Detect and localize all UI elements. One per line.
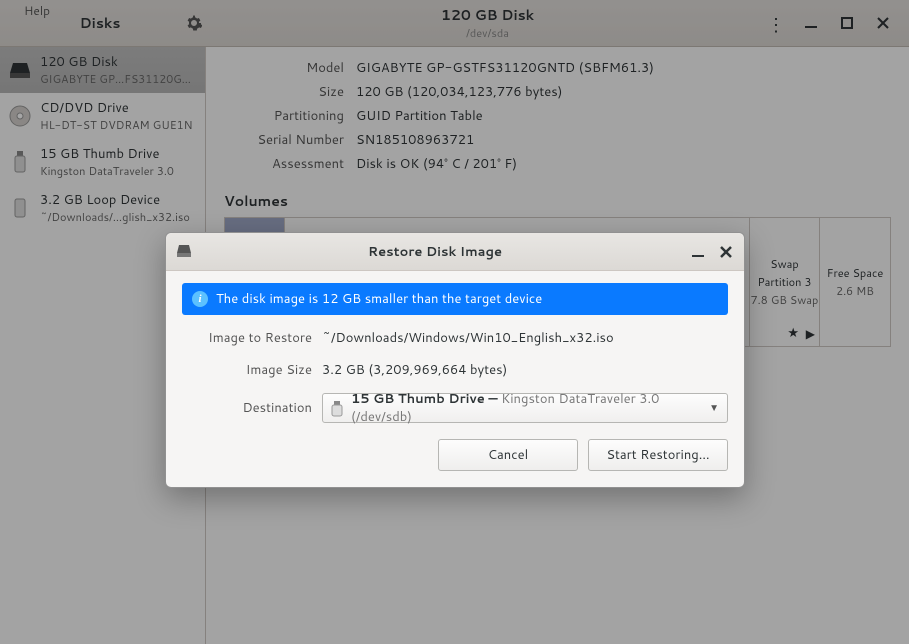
play-icon[interactable]: ▶ [806, 325, 815, 342]
dialog-minimize-icon[interactable] [690, 244, 706, 260]
label-partitioning: Partitioning [224, 107, 344, 125]
star-icon[interactable]: ★ [787, 324, 799, 342]
label-serial: Serial Number [224, 131, 344, 149]
destination-text: 15 GB Thumb Drive — Kingston DataTravele… [351, 390, 703, 426]
dialog-titlebar: Restore Disk Image [166, 233, 744, 271]
device-desc: GIGABYTE GP…FS31120GNTD [40, 71, 197, 87]
device-name: 120 GB Disk [40, 53, 197, 71]
value-image-size: 3.2 GB (3,209,969,664 bytes) [322, 361, 728, 379]
label-image-to-restore: Image to Restore [182, 329, 312, 347]
usb-icon [8, 150, 32, 174]
volumes-header: Volumes [224, 191, 891, 211]
volume-free-space[interactable]: Free Space 2.6 MB [820, 218, 890, 346]
usb-icon [331, 401, 345, 415]
start-restoring-button[interactable]: Start Restoring… [588, 439, 728, 471]
device-item-loop[interactable]: 3.2 GB Loop Device ~/Downloads/…glish_x3… [0, 185, 205, 231]
device-name: 15 GB Thumb Drive [40, 145, 197, 163]
banner-text: The disk image is 12 GB smaller than the… [216, 290, 542, 308]
cancel-button[interactable]: Cancel [438, 439, 578, 471]
value-partitioning: GUID Partition Table [356, 107, 891, 125]
device-item-cd[interactable]: CD/DVD Drive HL-DT-ST DVDRAM GUE1N [0, 93, 205, 139]
menu-icon[interactable]: ⋮ [767, 15, 783, 31]
disks-icon [176, 244, 192, 260]
label-model: Model [224, 59, 344, 77]
label-size: Size [224, 83, 344, 101]
dialog-title: Restore Disk Image [192, 243, 678, 261]
titlebar: Disks 120 GB Disk /dev/sda ⋮ [0, 0, 909, 47]
help-menu[interactable]: Help [24, 2, 50, 19]
device-desc: HL-DT-ST DVDRAM GUE1N [40, 117, 197, 133]
device-desc: Kingston DataTraveler 3.0 [40, 163, 197, 179]
device-name: CD/DVD Drive [40, 99, 197, 117]
close-icon[interactable] [875, 15, 891, 31]
device-item-disk[interactable]: 120 GB Disk GIGABYTE GP…FS31120GNTD [0, 47, 205, 93]
hdd-icon [8, 58, 32, 82]
restore-dialog: Restore Disk Image i The disk image is 1… [165, 232, 745, 488]
value-assessment: Disk is OK (94° C / 201° F) [356, 155, 891, 173]
value-model: GIGABYTE GP-GSTFS31120GNTD (SBFM61.3) [356, 59, 891, 77]
minimize-icon[interactable] [803, 15, 819, 31]
device-name: 3.2 GB Loop Device [40, 191, 197, 209]
value-size: 120 GB (120,034,123,776 bytes) [356, 83, 891, 101]
volume-swap[interactable]: Swap Partition 3 7.8 GB Swap ★ ▶ [750, 218, 820, 346]
label-assessment: Assessment [224, 155, 344, 173]
device-item-usb[interactable]: 15 GB Thumb Drive Kingston DataTraveler … [0, 139, 205, 185]
maximize-icon[interactable] [839, 15, 855, 31]
gear-icon[interactable] [186, 15, 202, 31]
info-banner: i The disk image is 12 GB smaller than t… [182, 283, 728, 315]
dialog-close-icon[interactable] [718, 244, 734, 260]
info-icon: i [192, 291, 208, 307]
window-title: 120 GB Disk [441, 5, 534, 25]
cd-icon [8, 104, 32, 128]
label-image-size: Image Size [182, 361, 312, 379]
chevron-down-icon: ▼ [709, 401, 719, 415]
window-subtitle: /dev/sda [466, 25, 509, 41]
destination-combo[interactable]: 15 GB Thumb Drive — Kingston DataTravele… [322, 393, 728, 423]
loop-icon [8, 196, 32, 220]
value-serial: SN185108963721 [356, 131, 891, 149]
device-desc: ~/Downloads/…glish_x32.iso [40, 209, 197, 225]
value-image-to-restore: ~/Downloads/Windows/Win10_English_x32.is… [322, 329, 728, 347]
label-destination: Destination [182, 399, 312, 417]
